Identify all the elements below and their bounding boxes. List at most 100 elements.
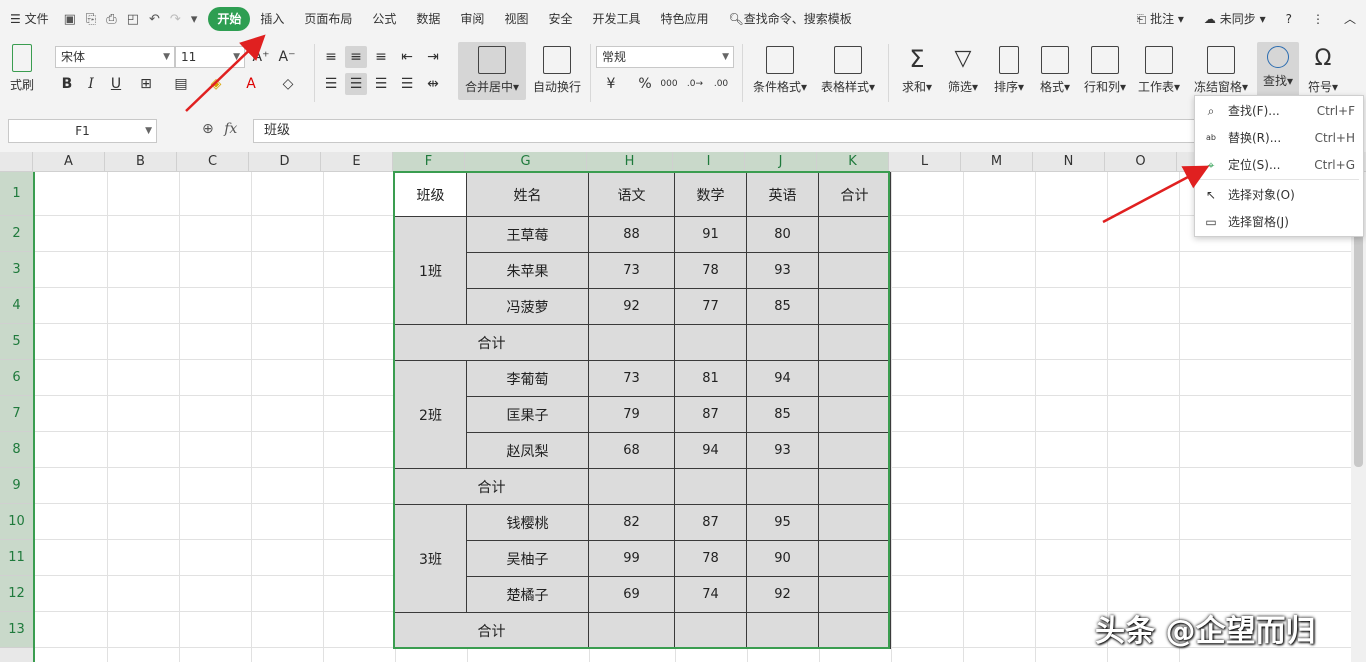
- score-cell[interactable]: 85: [746, 396, 819, 433]
- menu-item-replace[interactable]: ab 替换(R)... Ctrl+H: [1195, 125, 1363, 151]
- freeze-panes-button[interactable]: 冻结窗格▾: [1190, 42, 1252, 95]
- row-header-5[interactable]: 5: [0, 324, 33, 360]
- row-header-12[interactable]: 12: [0, 576, 33, 612]
- help-button[interactable]: ?: [1276, 7, 1302, 31]
- score-cell[interactable]: 73: [588, 360, 675, 397]
- sync-button[interactable]: ☁ 未同步 ▾: [1194, 7, 1276, 31]
- student-name-cell[interactable]: 吴柚子: [466, 540, 589, 577]
- score-cell[interactable]: 93: [746, 432, 819, 469]
- column-header-j[interactable]: J: [745, 152, 817, 172]
- number-format-select[interactable]: 常规 ▼: [596, 46, 734, 68]
- underline-icon[interactable]: U: [105, 73, 127, 95]
- row-header-13[interactable]: 13: [0, 612, 33, 648]
- format-button[interactable]: 格式▾: [1034, 42, 1076, 95]
- subtotal-cell[interactable]: [746, 468, 819, 505]
- student-name-cell[interactable]: 李葡萄: [466, 360, 589, 397]
- column-header-g[interactable]: G: [465, 152, 587, 172]
- subtotal-cell[interactable]: [588, 612, 675, 649]
- subtotal-cell[interactable]: [746, 324, 819, 361]
- column-header-n[interactable]: N: [1033, 152, 1105, 172]
- increase-font-icon[interactable]: A⁺: [250, 46, 272, 68]
- score-cell[interactable]: 88: [588, 216, 675, 253]
- subtotal-cell[interactable]: [818, 612, 891, 649]
- conditional-format-button[interactable]: 条件格式▾: [748, 42, 812, 95]
- table-header-cell[interactable]: 合计: [818, 172, 891, 217]
- score-cell[interactable]: 94: [674, 432, 747, 469]
- find-button[interactable]: 查找▾: [1257, 42, 1299, 100]
- score-cell[interactable]: 95: [746, 504, 819, 541]
- increase-decimal-icon[interactable]: .0→: [684, 73, 706, 95]
- menu-item-pane[interactable]: ▭ 选择窗格(J): [1195, 209, 1363, 235]
- thousands-icon[interactable]: 000: [658, 73, 680, 95]
- column-header-d[interactable]: D: [249, 152, 321, 172]
- sort-button[interactable]: 排序▾: [988, 42, 1030, 95]
- score-cell[interactable]: 81: [674, 360, 747, 397]
- tab-page-layout[interactable]: 页面布局: [294, 7, 362, 31]
- name-box[interactable]: F1 ▼: [8, 119, 157, 143]
- score-cell[interactable]: 94: [746, 360, 819, 397]
- indent-increase-icon[interactable]: ⇥: [422, 46, 444, 68]
- score-cell[interactable]: 85: [746, 288, 819, 325]
- merge-center-button[interactable]: 合并居中▾: [458, 42, 526, 100]
- menu-item-cursor[interactable]: ↖ 选择对象(O): [1195, 182, 1363, 208]
- score-cell[interactable]: 93: [746, 252, 819, 289]
- justify-icon[interactable]: ☰: [396, 73, 418, 95]
- redo-icon[interactable]: ↷: [165, 12, 186, 27]
- comment-button[interactable]: ⎗ 批注 ▾: [1127, 7, 1194, 31]
- column-header-c[interactable]: C: [177, 152, 249, 172]
- score-cell[interactable]: 99: [588, 540, 675, 577]
- customize-dropdown-icon[interactable]: ▾: [186, 12, 203, 27]
- score-cell[interactable]: 91: [674, 216, 747, 253]
- row-header-9[interactable]: 9: [0, 468, 33, 504]
- total-cell[interactable]: [818, 288, 891, 325]
- subtotal-cell[interactable]: [674, 324, 747, 361]
- subtotal-cell[interactable]: [818, 468, 891, 505]
- format-painter-quick-icon[interactable]: ⎘: [81, 12, 101, 27]
- symbol-button[interactable]: Ω 符号▾: [1303, 42, 1343, 95]
- tab-insert[interactable]: 插入: [250, 7, 294, 31]
- print-preview-icon[interactable]: ◰: [122, 12, 144, 27]
- row-header-11[interactable]: 11: [0, 540, 33, 576]
- column-header-k[interactable]: K: [817, 152, 889, 172]
- subtotal-cell[interactable]: [746, 612, 819, 649]
- total-cell[interactable]: [818, 216, 891, 253]
- tab-home[interactable]: 开始: [208, 7, 251, 31]
- score-cell[interactable]: 87: [674, 504, 747, 541]
- table-header-cell[interactable]: 语文: [588, 172, 675, 217]
- subtotal-label-cell[interactable]: 合计: [394, 612, 589, 649]
- table-header-cell[interactable]: 班级: [394, 172, 467, 217]
- column-header-b[interactable]: B: [105, 152, 177, 172]
- decrease-decimal-icon[interactable]: .00: [710, 73, 732, 95]
- subtotal-cell[interactable]: [588, 324, 675, 361]
- tab-developer[interactable]: 开发工具: [582, 7, 650, 31]
- total-cell[interactable]: [818, 432, 891, 469]
- subtotal-cell[interactable]: [674, 612, 747, 649]
- student-name-cell[interactable]: 钱樱桃: [466, 504, 589, 541]
- score-cell[interactable]: 80: [746, 216, 819, 253]
- menu-item-locate[interactable]: ⌖ 定位(S)... Ctrl+G: [1195, 152, 1363, 178]
- student-name-cell[interactable]: 王草莓: [466, 216, 589, 253]
- score-cell[interactable]: 90: [746, 540, 819, 577]
- column-header-a[interactable]: A: [33, 152, 105, 172]
- score-cell[interactable]: 78: [674, 252, 747, 289]
- table-header-cell[interactable]: 英语: [746, 172, 819, 217]
- indent-decrease-icon[interactable]: ⇤: [396, 46, 418, 68]
- align-middle-icon[interactable]: ≡: [345, 46, 367, 68]
- total-cell[interactable]: [818, 504, 891, 541]
- table-style-button[interactable]: 表格样式▾: [816, 42, 880, 95]
- subtotal-label-cell[interactable]: 合计: [394, 468, 589, 505]
- font-size-select[interactable]: 11 ▼: [175, 46, 245, 68]
- eraser-icon[interactable]: ◇: [277, 73, 299, 95]
- font-color-icon[interactable]: A: [240, 73, 262, 95]
- student-name-cell[interactable]: 朱苹果: [466, 252, 589, 289]
- class-cell[interactable]: 1班: [394, 216, 467, 325]
- score-cell[interactable]: 79: [588, 396, 675, 433]
- subtotal-cell[interactable]: [588, 468, 675, 505]
- total-cell[interactable]: [818, 576, 891, 613]
- row-header-7[interactable]: 7: [0, 396, 33, 432]
- filter-button[interactable]: ▽ 筛选▾: [942, 42, 984, 95]
- select-all-corner[interactable]: [0, 152, 33, 172]
- row-header-3[interactable]: 3: [0, 252, 33, 288]
- subtotal-cell[interactable]: [818, 324, 891, 361]
- score-cell[interactable]: 82: [588, 504, 675, 541]
